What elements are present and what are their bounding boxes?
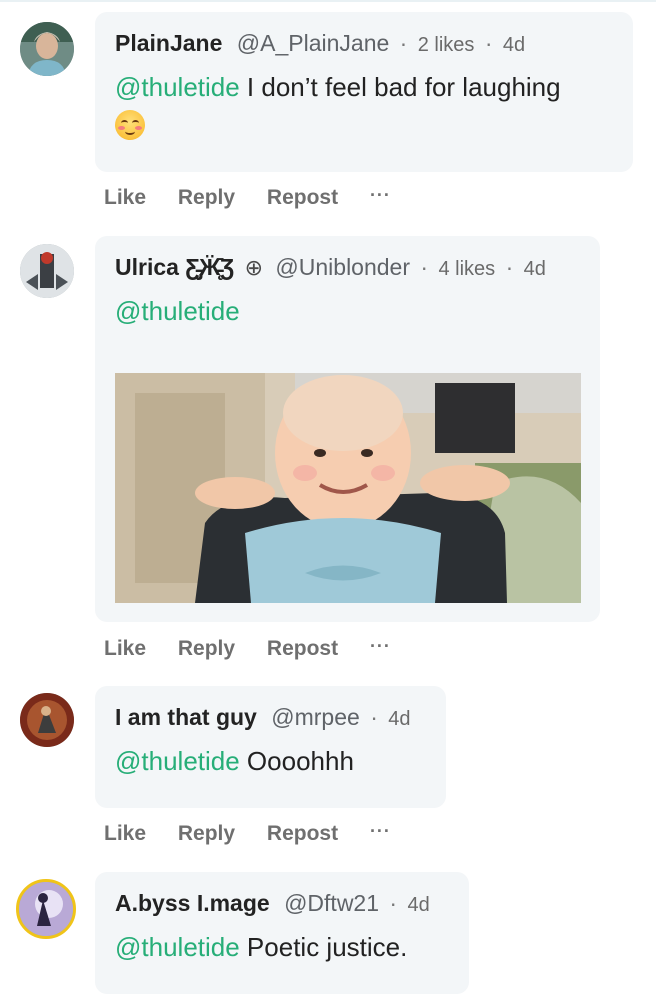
reply-button[interactable]: Reply [178,822,235,845]
reply-button[interactable]: Reply [178,186,235,209]
comment-header: Ulrica Ƹ̵̡Ӝ̵̨̄Ʒ ⊕ @Uniblonder · 4 likes … [115,252,580,284]
more-options-icon[interactable]: ··· [370,636,391,656]
author-name[interactable]: A.byss I.mage [115,890,270,916]
comment-bubble: I am that guy @mrpee · 4d @thuletide Ooo… [95,686,446,808]
mention-link[interactable]: @thuletide [115,932,240,962]
avatar[interactable] [20,22,74,76]
comment-bubble: PlainJane @A_PlainJane · 2 likes · 4d @t… [95,12,633,172]
comment-bubble: Ulrica Ƹ̵̡Ӝ̵̨̄Ʒ ⊕ @Uniblonder · 4 likes … [95,236,600,622]
comment-header: A.byss I.mage @Dftw21 · 4d [115,888,449,920]
like-button[interactable]: Like [104,637,146,660]
author-name[interactable]: Ulrica Ƹ̵̡Ӝ̵̨̄Ʒ [115,254,234,280]
reply-button[interactable]: Reply [178,637,235,660]
comment-text: @thuletide Oooohhh [115,744,426,778]
like-button[interactable]: Like [104,186,146,209]
comment-actions: Like Reply Repost ··· [104,185,417,210]
comment-body: I don’t feel bad for laughing [239,72,561,102]
author-handle[interactable]: @Dftw21 [284,890,379,916]
attached-image[interactable] [115,373,581,603]
timestamp: 4d [388,708,411,730]
mention-link[interactable]: @thuletide [115,746,240,776]
separator: · [370,704,378,730]
avatar[interactable] [16,879,76,939]
mention-link[interactable]: @thuletide [115,72,240,102]
repost-button[interactable]: Repost [267,637,338,660]
author-handle[interactable]: @A_PlainJane [237,30,390,56]
mention-link[interactable]: @thuletide [115,296,240,326]
more-options-icon[interactable]: ··· [370,821,391,841]
comment-text: @thuletide [115,294,580,328]
like-count: 2 likes [417,34,475,56]
like-count: 4 likes [438,258,496,280]
comment-header: PlainJane @A_PlainJane · 2 likes · 4d [115,28,613,60]
smiling-face-with-blush-icon [115,110,145,141]
comment-body: Oooohhh [239,746,354,776]
separator: · [420,254,429,280]
avatar[interactable] [20,693,74,747]
timestamp: 4d [502,34,526,56]
separator: · [505,254,514,280]
timestamp: 4d [523,258,546,280]
repost-button[interactable]: Repost [267,822,338,845]
separator: · [389,890,398,916]
top-divider [0,0,656,2]
more-options-icon[interactable]: ··· [370,185,391,205]
comment-actions: Like Reply Repost ··· [104,821,417,846]
avatar[interactable] [20,244,74,298]
author-name[interactable]: PlainJane [115,30,222,56]
comment-text: @thuletide I don’t feel bad for laughing [115,70,613,141]
repost-button[interactable]: Repost [267,186,338,209]
timestamp: 4d [407,894,430,916]
separator: · [399,30,408,56]
comment-body: Poetic justice. [239,932,408,962]
separator: · [484,30,493,56]
author-name[interactable]: I am that guy [115,704,257,730]
author-handle[interactable]: @mrpee [271,704,360,730]
verified-badge-icon: ⊕ [244,255,264,280]
comment-actions: Like Reply Repost ··· [104,636,417,661]
like-button[interactable]: Like [104,822,146,845]
comment-text: @thuletide Poetic justice. [115,930,449,964]
comment-bubble: A.byss I.mage @Dftw21 · 4d @thuletide Po… [95,872,469,994]
comment-header: I am that guy @mrpee · 4d [115,702,426,734]
author-handle[interactable]: @Uniblonder [275,254,410,280]
